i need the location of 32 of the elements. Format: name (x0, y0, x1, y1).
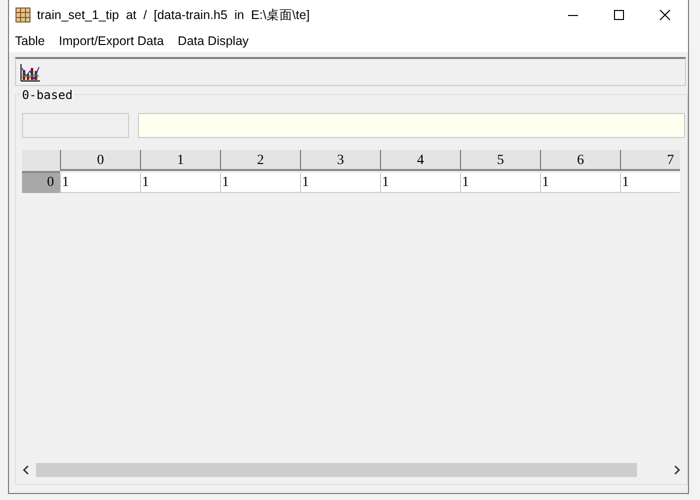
maximize-icon (613, 9, 625, 21)
scroll-left-icon[interactable] (22, 464, 30, 474)
close-icon (659, 9, 671, 21)
column-header[interactable]: 5 (460, 150, 540, 171)
horizontal-scrollbar[interactable] (36, 462, 637, 476)
table-cell[interactable]: 1 (380, 173, 460, 193)
menu-item[interactable]: Import/Export Data (58, 34, 164, 48)
group-label: 0-based (20, 88, 75, 102)
cell-index-field[interactable] (22, 113, 129, 138)
table-cell[interactable]: 1 (540, 173, 620, 193)
table-cell[interactable]: 1 (220, 173, 300, 193)
column-header[interactable]: 4 (380, 150, 460, 171)
table-cell[interactable]: 1 (620, 173, 680, 193)
menu-item[interactable]: Table (15, 34, 45, 48)
scroll-right-icon[interactable] (673, 464, 681, 474)
column-header[interactable]: 0 (60, 150, 140, 171)
chart-icon[interactable] (19, 62, 41, 82)
table-cell[interactable]: 1 (60, 173, 140, 193)
column-header[interactable]: 2 (220, 150, 300, 171)
window-title: train_set_1_tip at / [data-train.h5 in E:\桌面\te] (37, 6, 311, 24)
grid-icon (15, 7, 31, 23)
column-header[interactable]: 6 (540, 150, 620, 171)
corner-cell (22, 150, 60, 173)
table-cell[interactable]: 1 (140, 173, 220, 193)
table-cell[interactable]: 1 (300, 173, 380, 193)
column-header[interactable]: 7 (620, 150, 680, 171)
column-header[interactable]: 3 (300, 150, 380, 171)
menu-item[interactable]: Data Display (178, 34, 249, 48)
table-cell[interactable]: 1 (460, 173, 540, 193)
cell-value-field[interactable] (138, 113, 685, 138)
column-header[interactable]: 1 (140, 150, 220, 171)
row-header[interactable]: 0 (22, 173, 60, 193)
